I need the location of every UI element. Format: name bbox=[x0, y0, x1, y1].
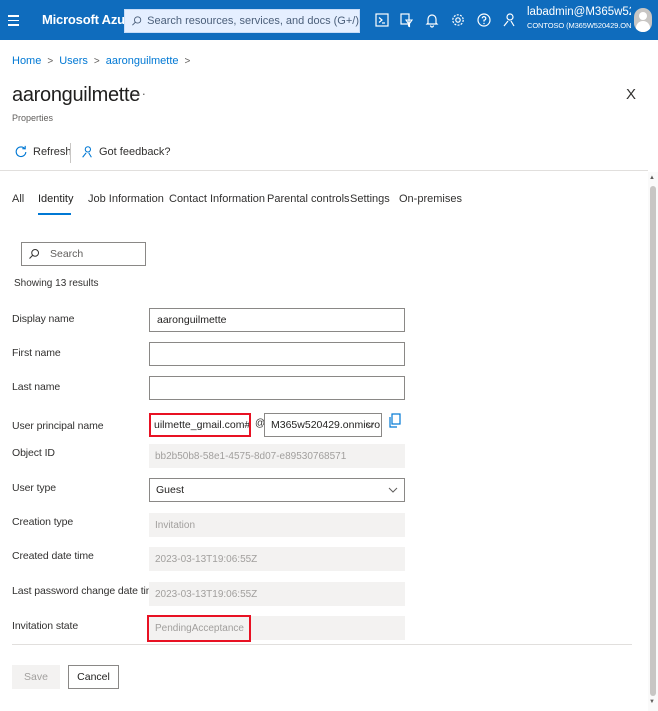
properties-search-input[interactable]: Search bbox=[21, 242, 146, 266]
user-type-label: User type bbox=[12, 482, 57, 494]
tab-job-information[interactable]: Job Information bbox=[88, 193, 164, 205]
creation-type-value: Invitation bbox=[149, 513, 405, 537]
properties-search-placeholder: Search bbox=[50, 248, 84, 260]
first-name-field[interactable] bbox=[149, 342, 405, 366]
page-title: aaronguilmette bbox=[12, 84, 141, 106]
tab-settings[interactable]: Settings bbox=[350, 193, 390, 205]
breadcrumb-separator: > bbox=[47, 55, 54, 67]
cloud-shell-icon[interactable] bbox=[374, 12, 390, 28]
command-bar-divider bbox=[0, 170, 648, 171]
tab-identity[interactable]: Identity bbox=[38, 193, 73, 205]
feedback-label: Got feedback? bbox=[99, 146, 171, 158]
breadcrumb-home-link[interactable]: Home bbox=[12, 55, 41, 67]
refresh-button[interactable]: Refresh bbox=[14, 145, 72, 159]
more-options-button[interactable]: ··· bbox=[131, 86, 147, 101]
footer-divider bbox=[12, 644, 632, 645]
scrollbar-thumb[interactable] bbox=[650, 186, 656, 696]
tab-parental-controls[interactable]: Parental controls bbox=[267, 193, 350, 205]
account-tenant: CONTOSO (M365W520429.ONM... bbox=[527, 21, 631, 30]
breadcrumb: Home > Users > aaronguilmette > bbox=[12, 55, 192, 67]
active-tab-indicator bbox=[38, 213, 71, 215]
refresh-icon bbox=[15, 145, 27, 158]
user-type-value: Guest bbox=[156, 484, 185, 496]
search-icon bbox=[132, 16, 142, 26]
close-button[interactable]: X bbox=[626, 86, 636, 103]
breadcrumb-separator: > bbox=[93, 55, 100, 67]
created-date-label: Created date time bbox=[12, 550, 94, 562]
invitation-state-highlight bbox=[147, 615, 251, 642]
global-search-input[interactable]: Search resources, services, and docs (G+… bbox=[124, 9, 360, 33]
settings-gear-icon[interactable] bbox=[450, 12, 466, 28]
account-name: labadmin@M365w5204... bbox=[527, 6, 631, 18]
results-count: Showing 13 results bbox=[14, 278, 99, 289]
avatar[interactable] bbox=[634, 8, 652, 32]
creation-type-label: Creation type bbox=[12, 516, 74, 528]
breadcrumb-separator: > bbox=[184, 55, 191, 67]
breadcrumb-user-link[interactable]: aaronguilmette bbox=[106, 55, 179, 67]
copy-icon[interactable] bbox=[388, 413, 402, 429]
page-subtitle: Properties bbox=[12, 113, 54, 123]
hamburger-menu-icon[interactable] bbox=[8, 12, 20, 28]
last-password-change-value: 2023-03-13T19:06:55Z bbox=[149, 582, 405, 606]
user-type-select[interactable]: Guest bbox=[149, 478, 405, 502]
chevron-down-icon bbox=[388, 487, 398, 493]
help-question-icon[interactable] bbox=[476, 12, 492, 28]
upn-username-field[interactable]: uilmette_gmail.com#EXT# bbox=[149, 413, 251, 437]
account-menu[interactable]: labadmin@M365w5204... CONTOSO (M365W5204… bbox=[527, 6, 631, 30]
object-id-value: bb2b50b8-58e1-4575-8d07-e89530768571 bbox=[149, 444, 405, 468]
tab-on-premises[interactable]: On-premises bbox=[399, 193, 462, 205]
search-icon bbox=[29, 249, 39, 259]
scroll-down-arrow-icon[interactable]: ▼ bbox=[649, 699, 655, 705]
breadcrumb-users-link[interactable]: Users bbox=[59, 55, 88, 67]
last-password-change-label: Last password change date time bbox=[12, 585, 161, 597]
last-name-field[interactable] bbox=[149, 376, 405, 400]
upn-label: User principal name bbox=[12, 420, 104, 432]
feedback-person-icon bbox=[82, 146, 92, 158]
tab-all[interactable]: All bbox=[12, 193, 24, 205]
first-name-label: First name bbox=[12, 347, 61, 359]
display-name-field[interactable]: aaronguilmette bbox=[149, 308, 405, 332]
last-name-label: Last name bbox=[12, 381, 61, 393]
tab-contact-information[interactable]: Contact Information bbox=[169, 193, 265, 205]
upn-domain-select[interactable]: M365w520429.onmicro... bbox=[264, 413, 382, 437]
azure-top-bar: Microsoft Azure Search resources, servic… bbox=[0, 0, 658, 40]
feedback-button[interactable]: Got feedback? bbox=[80, 145, 171, 159]
invitation-state-label: Invitation state bbox=[12, 620, 79, 632]
notifications-bell-icon[interactable] bbox=[424, 12, 440, 28]
save-button[interactable]: Save bbox=[12, 665, 60, 689]
display-name-label: Display name bbox=[12, 313, 75, 325]
brand-name[interactable]: Microsoft Azure bbox=[42, 12, 137, 27]
command-divider bbox=[70, 143, 71, 163]
refresh-label: Refresh bbox=[33, 146, 72, 158]
directory-filter-icon[interactable] bbox=[398, 12, 414, 28]
feedback-person-icon[interactable] bbox=[501, 12, 517, 28]
created-date-value: 2023-03-13T19:06:55Z bbox=[149, 547, 405, 571]
chevron-down-icon bbox=[365, 422, 375, 428]
scroll-up-arrow-icon[interactable]: ▲ bbox=[649, 175, 655, 181]
cancel-button[interactable]: Cancel bbox=[68, 665, 119, 689]
global-search-placeholder: Search resources, services, and docs (G+… bbox=[147, 15, 359, 27]
object-id-label: Object ID bbox=[12, 447, 55, 459]
